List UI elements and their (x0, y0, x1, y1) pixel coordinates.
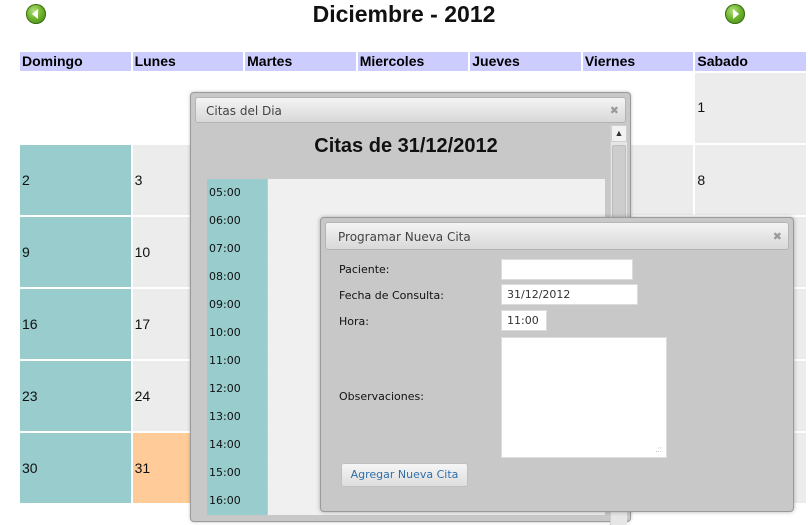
time-slot-label: 11:00 (207, 347, 267, 375)
agregar-nueva-cita-button[interactable]: Agregar Nueva Cita (341, 463, 468, 487)
paciente-input[interactable] (501, 259, 633, 280)
dialog-titlebar[interactable]: Programar Nueva Cita ✖ (325, 222, 789, 250)
time-slot-label: 12:00 (207, 375, 267, 403)
paciente-label: Paciente: (339, 263, 390, 276)
hora-label: Hora: (339, 315, 369, 328)
time-slot-label: 09:00 (207, 291, 267, 319)
dialog-title: Programar Nueva Cita (338, 230, 471, 244)
observaciones-textarea[interactable]: .:: (501, 337, 667, 458)
time-slot-cell[interactable] (268, 179, 605, 207)
weekday-header: Sabado (695, 52, 806, 71)
citas-heading: Citas de 31/12/2012 (314, 135, 498, 157)
calendar-day[interactable]: 9 (20, 217, 131, 287)
time-slot-label: 15:00 (207, 459, 267, 487)
observaciones-label: Observaciones: (339, 390, 424, 403)
calendar-day[interactable]: 8 (695, 145, 806, 215)
hora-input[interactable]: 11:00 (501, 310, 547, 331)
dialog-titlebar[interactable]: Citas del Dia ✖ (195, 97, 626, 123)
resize-grip-icon[interactable]: .:: (655, 446, 662, 454)
time-slot-label: 05:00 (207, 179, 267, 207)
close-icon[interactable]: ✖ (773, 223, 782, 251)
dialog-title: Citas del Dia (206, 104, 282, 118)
calendar-day[interactable]: 1 (695, 73, 806, 143)
next-month-button[interactable] (725, 4, 745, 24)
arrow-right-icon (733, 9, 739, 19)
calendar-day-empty (20, 73, 131, 143)
weekday-header: Jueves (470, 52, 581, 71)
calendar-day[interactable]: 16 (20, 289, 131, 359)
weekday-header: Lunes (132, 52, 244, 71)
weekday-header: Domingo (20, 52, 131, 71)
fecha-consulta-input[interactable]: 31/12/2012 (501, 284, 638, 305)
calendar-day[interactable]: 2 (20, 145, 131, 215)
time-slot-label: 06:00 (207, 207, 267, 235)
programar-nueva-cita-dialog: Programar Nueva Cita ✖ Paciente: Fecha d… (320, 217, 794, 512)
weekday-header: Martes (245, 52, 356, 71)
fecha-consulta-label: Fecha de Consulta: (339, 289, 444, 302)
close-icon[interactable]: ✖ (610, 98, 619, 124)
time-slot-label: 16:00 (207, 487, 267, 515)
month-title: Diciembre - 2012 (312, 1, 496, 27)
time-slot-label: 10:00 (207, 319, 267, 347)
calendar-header-row: Domingo Lunes Martes Miercoles Jueves Viernes… (20, 52, 806, 71)
time-slot-label: 14:00 (207, 431, 267, 459)
weekday-header: Viernes (582, 52, 694, 71)
time-slot-label: 13:00 (207, 403, 267, 431)
weekday-header: Miercoles (357, 52, 469, 71)
calendar-day[interactable]: 30 (20, 433, 131, 503)
time-slot-row[interactable]: 05:00 (207, 179, 605, 207)
calendar-day[interactable]: 23 (20, 361, 131, 431)
time-slot-label: 08:00 (207, 263, 267, 291)
scroll-up-icon[interactable]: ▲ (611, 125, 627, 142)
time-slot-label: 07:00 (207, 235, 267, 263)
